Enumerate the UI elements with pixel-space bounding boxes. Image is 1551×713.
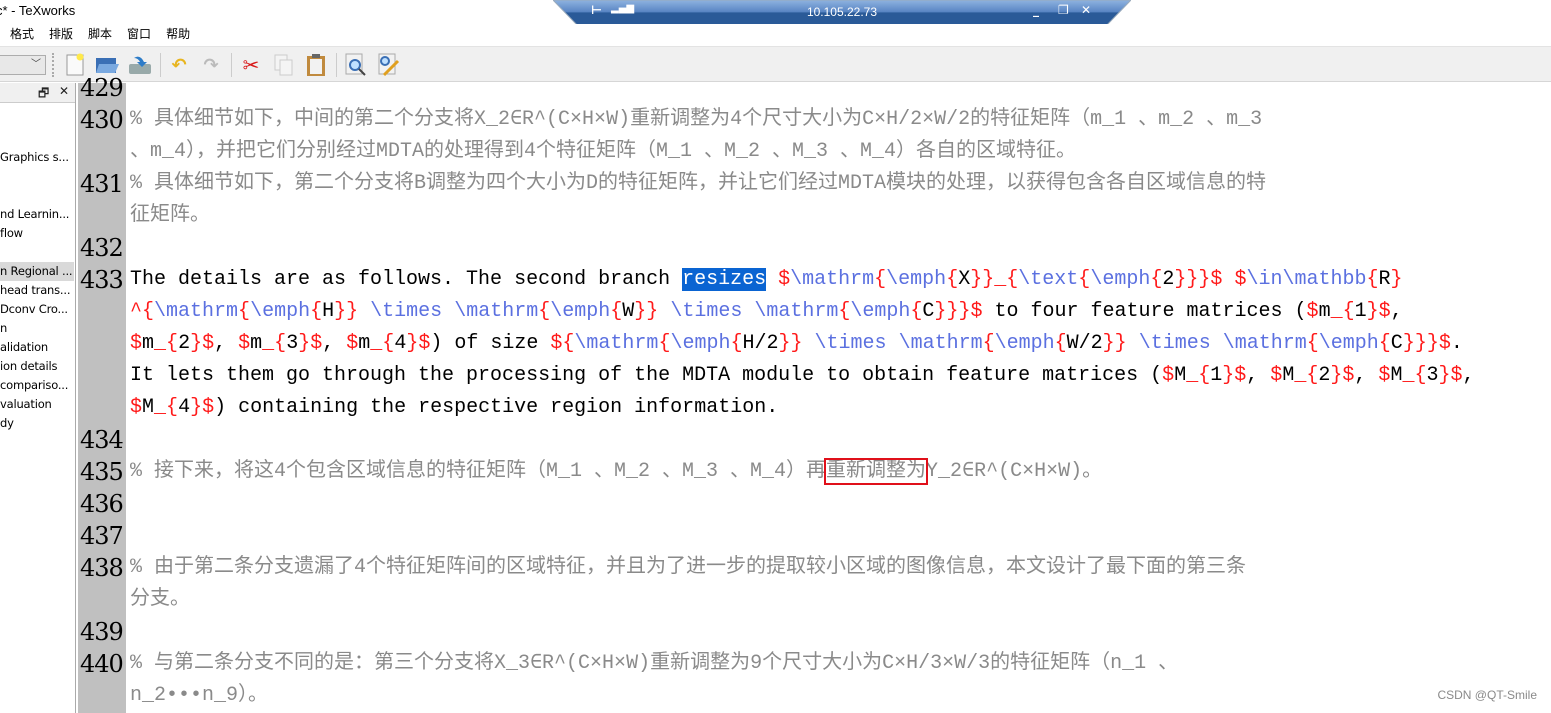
- replace-icon[interactable]: [375, 52, 401, 78]
- menu-help[interactable]: 帮助: [166, 24, 190, 46]
- menu-format[interactable]: 格式: [10, 24, 34, 46]
- comment-line[interactable]: % 与第二条分支不同的是：第三个分支将X_3∈R^(C×H×W)重新调整为9个尺…: [130, 648, 1178, 680]
- restore-icon[interactable]: ❐: [1058, 3, 1069, 17]
- menu-scripts[interactable]: 脚本: [88, 24, 112, 46]
- text-line[interactable]: $m_{2}$, $m_{3}$, $m_{4}$) of size ${\ma…: [130, 328, 1463, 360]
- outline-item[interactable]: ion details: [0, 357, 74, 376]
- line-number: 431: [80, 170, 124, 198]
- line-number-gutter: 429 430 431 432 433 434 435 436 437 438 439 440: [78, 74, 126, 713]
- line-number: 434: [80, 426, 124, 454]
- remote-desktop-bar: ⊢ ▂▄▆ 10.105.22.73 _ ❐ ✕: [553, 0, 1131, 27]
- toolbar-separator: [231, 53, 232, 77]
- save-icon[interactable]: [127, 52, 153, 78]
- outline-item[interactable]: Dconv Cro...: [0, 300, 74, 319]
- outline-item[interactable]: Graphics s...: [0, 148, 74, 167]
- cut-icon[interactable]: ✂: [238, 52, 264, 78]
- structure-panel: 🗗 ✕ Graphics s... nd Learnin... flow n Regi…: [0, 83, 76, 713]
- line-number: 435: [80, 458, 124, 486]
- comment-line[interactable]: % 具体细节如下，中间的第二个分支将X_2∈R^(C×H×W)重新调整为4个尺寸…: [130, 104, 1274, 136]
- comment-line[interactable]: n_2•••n_9）。: [130, 680, 268, 712]
- line-number: 439: [80, 618, 124, 646]
- comment-line[interactable]: % 接下来，将这4个包含区域信息的特征矩阵（M_1 、M_2 、M_3 、M_4…: [130, 456, 1102, 488]
- close-panel-icon[interactable]: ✕: [59, 84, 69, 98]
- copy-icon[interactable]: [271, 52, 297, 78]
- outline-item[interactable]: head trans...: [0, 281, 74, 300]
- menu-typeset[interactable]: 排版: [49, 24, 73, 46]
- float-panel-icon[interactable]: 🗗: [38, 84, 49, 105]
- outline-item[interactable]: n: [0, 319, 74, 338]
- line-number: 440: [80, 650, 124, 678]
- window-title: c* - TeXworks: [0, 3, 76, 18]
- line-number: 430: [80, 106, 124, 134]
- outline-item[interactable]: compariso...: [0, 376, 74, 395]
- paste-icon[interactable]: [303, 52, 329, 78]
- minimize-icon[interactable]: _: [1033, 3, 1039, 17]
- line-number: 438: [80, 554, 124, 582]
- comment-line[interactable]: 、m_4），并把它们分别经过MDTA的处理得到4个特征矩阵（M_1 、M_2 、…: [130, 136, 1076, 168]
- close-icon[interactable]: ✕: [1081, 3, 1091, 17]
- text-line[interactable]: It lets them go through the processing o…: [130, 360, 1475, 392]
- editor-text-area[interactable]: % 具体细节如下，中间的第二个分支将X_2∈R^(C×H×W)重新调整为4个尺寸…: [126, 83, 1551, 713]
- toolbar-separator: [160, 53, 161, 77]
- typeset-combo[interactable]: ﹀: [0, 55, 46, 75]
- remote-host: 10.105.22.73: [806, 5, 878, 19]
- chevron-down-icon: ﹀: [31, 59, 41, 70]
- line-number: 429: [80, 74, 124, 102]
- line-number: 433: [80, 266, 124, 294]
- comment-line[interactable]: 征矩阵。: [130, 200, 210, 232]
- text-selection: resizes: [682, 268, 767, 291]
- comment-line[interactable]: % 具体细节如下，第二个分支将B调整为四个大小为D的特征矩阵，并让它们经过MDT…: [130, 168, 1266, 200]
- outline-item[interactable]: valuation: [0, 395, 74, 414]
- find-icon[interactable]: [343, 52, 369, 78]
- text-line[interactable]: The details are as follows. The second b…: [130, 264, 1403, 296]
- line-number: 432: [80, 234, 124, 262]
- watermark: CSDN @QT-Smile: [1437, 688, 1537, 702]
- comment-line[interactable]: 分支。: [130, 584, 190, 616]
- menu-window[interactable]: 窗口: [127, 24, 151, 46]
- text-line[interactable]: $M_{4}$) containing the respective regio…: [130, 392, 778, 424]
- undo-icon[interactable]: ↶: [166, 52, 192, 78]
- outline-item[interactable]: flow: [0, 224, 74, 243]
- outline-item[interactable]: n Regional ...: [0, 262, 74, 281]
- annotation-box: 重新调整为: [824, 458, 929, 485]
- outline-item[interactable]: alidation: [0, 338, 74, 357]
- redo-icon[interactable]: ↷: [198, 52, 224, 78]
- menu-bar: 格式 排版 脚本 窗口 帮助: [0, 24, 1551, 46]
- panel-header: 🗗 ✕: [0, 83, 75, 103]
- toolbar: ﹀ ↶ ↷ ✂: [0, 46, 1551, 82]
- text-line[interactable]: ^{\mathrm{\emph{H}} \times \mathrm{\emph…: [130, 296, 1403, 328]
- line-number: 436: [80, 490, 124, 518]
- outline-item[interactable]: nd Learnin...: [0, 205, 74, 224]
- comment-line[interactable]: % 由于第二条分支遗漏了4个特征矩阵间的区域特征，并且为了进一步的提取较小区域的…: [130, 552, 1246, 584]
- toolbar-grip[interactable]: [52, 53, 55, 77]
- line-number: 437: [80, 522, 124, 550]
- toolbar-separator: [336, 53, 337, 77]
- outline-item[interactable]: dy: [0, 414, 74, 433]
